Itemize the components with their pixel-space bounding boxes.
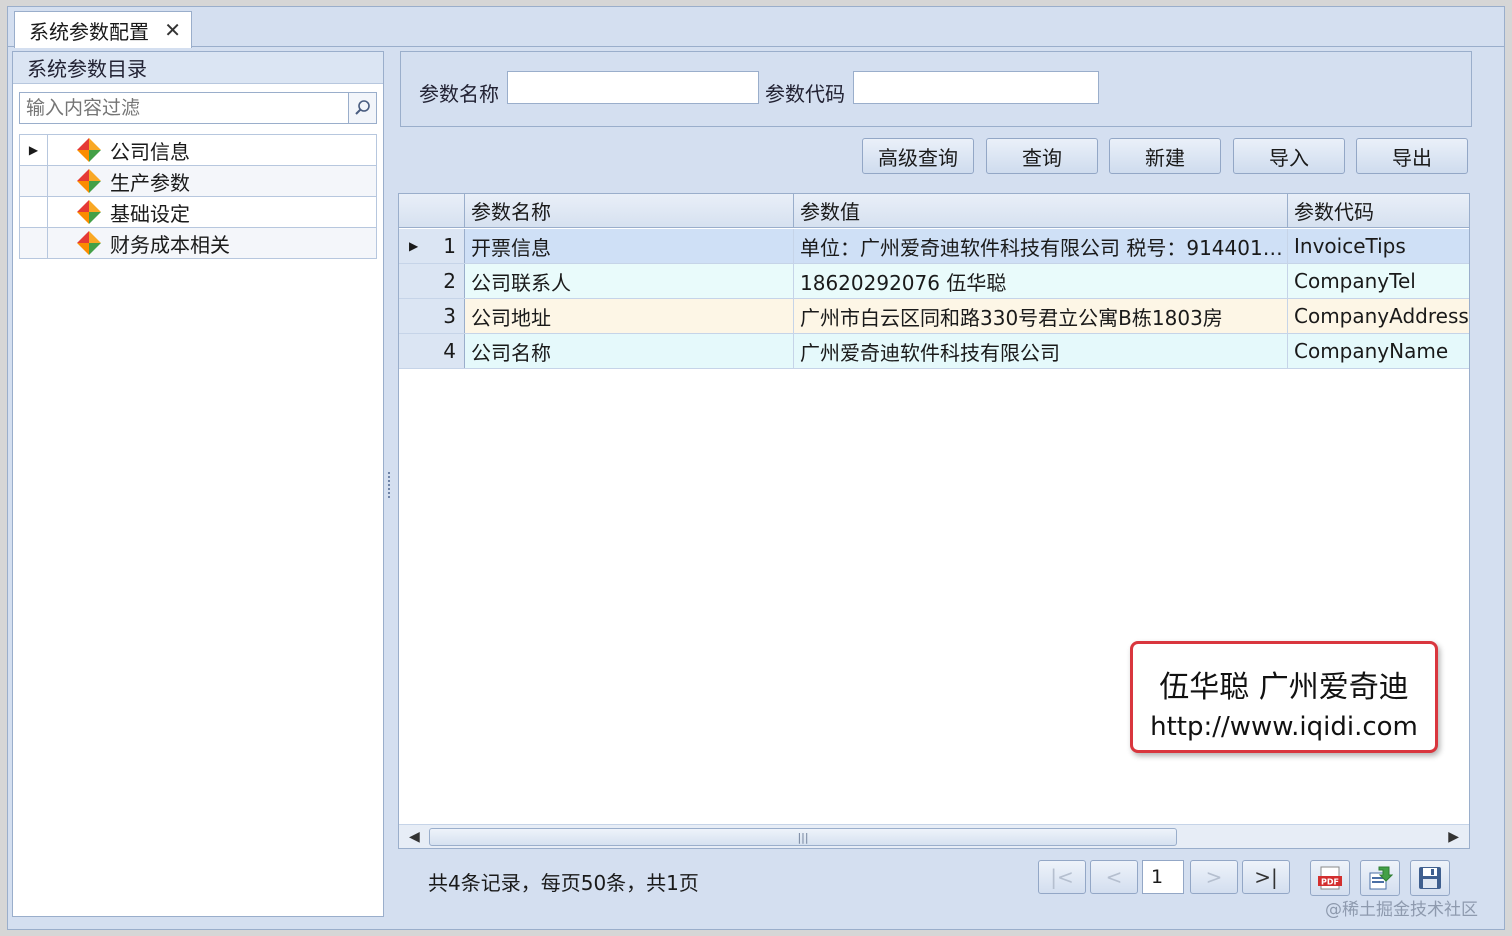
tree-item-basic-settings[interactable]: 基础设定 [20, 197, 376, 228]
scroll-left-icon[interactable]: ◀ [409, 829, 420, 845]
grid-header: 参数名称 参数值 参数代码 [399, 194, 1469, 228]
catalog-panel: 系统参数目录 ▶ 公司信息 生产参数 基础设定 [12, 51, 384, 917]
scroll-right-icon[interactable]: ▶ [1448, 829, 1459, 845]
table-row[interactable]: 2 公司联系人 18620292076 伍华聪 CompanyTel [399, 264, 1469, 299]
column-header-code[interactable]: 参数代码 [1288, 194, 1469, 227]
node-diamond-icon [77, 231, 101, 255]
tab-strip: 系统参数配置 ✕ [8, 7, 1504, 48]
column-header-value[interactable]: 参数值 [794, 194, 1288, 227]
prev-page-button[interactable]: < [1090, 860, 1138, 894]
param-name-input[interactable] [507, 71, 759, 104]
scroll-thumb[interactable]: ||| [429, 828, 1177, 846]
save-icon [1419, 867, 1441, 889]
cell-code[interactable]: CompanyName [1288, 334, 1469, 368]
site-credit: @稀土掘金技术社区 [1325, 900, 1478, 920]
import-button[interactable]: 导入 [1233, 138, 1345, 174]
next-page-button[interactable]: > [1190, 860, 1238, 894]
export-button[interactable]: 导出 [1356, 138, 1468, 174]
pdf-icon: PDF [1318, 866, 1342, 890]
panel-splitter[interactable] [388, 472, 392, 498]
cell-value[interactable]: 单位：广州爱奇迪软件科技有限公司 税号：914401… [794, 229, 1288, 263]
tree-item-label: 基础设定 [110, 201, 190, 226]
param-code-input[interactable] [853, 71, 1099, 104]
advanced-query-button[interactable]: 高级查询 [862, 138, 974, 174]
svg-text:PDF: PDF [1321, 878, 1339, 887]
export-excel-button[interactable] [1360, 860, 1400, 896]
cell-code[interactable]: InvoiceTips [1288, 229, 1469, 263]
tree-item-label: 生产参数 [110, 170, 190, 195]
row-indicator-icon: ▶ [20, 135, 48, 165]
save-layout-button[interactable] [1410, 860, 1450, 896]
cell-name[interactable]: 开票信息 [465, 229, 794, 263]
last-page-button[interactable]: >| [1242, 860, 1290, 894]
row-indicator-icon: ▶ [409, 239, 419, 253]
cell-name[interactable]: 公司联系人 [465, 264, 794, 298]
cell-code[interactable]: CompanyAddress [1288, 299, 1469, 333]
tab-system-params[interactable]: 系统参数配置 ✕ [14, 11, 192, 48]
callout-author: 伍华聪 广州爱奇迪 [1159, 670, 1409, 705]
new-button[interactable]: 新建 [1109, 138, 1221, 174]
cell-value[interactable]: 广州市白云区同和路330号君立公寓B栋1803房 [794, 299, 1288, 333]
param-code-label: 参数代码 [765, 82, 845, 106]
callout-url: http://www.iqidi.com [1150, 712, 1418, 742]
close-icon[interactable]: ✕ [164, 18, 181, 42]
filter-box [19, 92, 377, 124]
cell-value[interactable]: 18620292076 伍华聪 [794, 264, 1288, 298]
main-window: 系统参数配置 ✕ 系统参数目录 ▶ 公司信息 生产参数 [7, 6, 1505, 930]
node-diamond-icon [77, 200, 101, 224]
catalog-tree: ▶ 公司信息 生产参数 基础设定 财务成本相关 [19, 134, 377, 259]
node-diamond-icon [77, 169, 101, 193]
horizontal-scrollbar[interactable]: ◀ ||| ▶ [399, 824, 1469, 848]
cell-code[interactable]: CompanyTel [1288, 264, 1469, 298]
cell-value[interactable]: 广州爱奇迪软件科技有限公司 [794, 334, 1288, 368]
cell-name[interactable]: 公司名称 [465, 334, 794, 368]
export-icon [1369, 866, 1393, 890]
tree-item-production-params[interactable]: 生产参数 [20, 166, 376, 197]
search-icon[interactable] [348, 93, 376, 123]
table-row[interactable]: 3 公司地址 广州市白云区同和路330号君立公寓B栋1803房 CompanyA… [399, 299, 1469, 334]
page-number-input[interactable]: 1 [1142, 860, 1184, 894]
node-diamond-icon [77, 138, 101, 162]
watermark-callout: 伍华聪 广州爱奇迪 http://www.iqidi.com [1130, 641, 1438, 753]
catalog-title: 系统参数目录 [13, 52, 383, 84]
row-number: 1 [443, 234, 456, 258]
tree-item-label: 财务成本相关 [110, 232, 230, 257]
row-number: 2 [399, 264, 465, 298]
filter-input[interactable] [20, 93, 346, 123]
tree-item-label: 公司信息 [110, 139, 190, 164]
table-row[interactable]: 4 公司名称 广州爱奇迪软件科技有限公司 CompanyName [399, 334, 1469, 369]
row-number: 3 [399, 299, 465, 333]
query-button[interactable]: 查询 [986, 138, 1098, 174]
first-page-button[interactable]: |< [1038, 860, 1086, 894]
column-header-name[interactable]: 参数名称 [465, 194, 794, 227]
tree-item-company-info[interactable]: ▶ 公司信息 [20, 135, 376, 166]
row-number: 4 [399, 334, 465, 368]
pager-summary: 共4条记录，每页50条，共1页 [428, 871, 699, 895]
cell-name[interactable]: 公司地址 [465, 299, 794, 333]
tab-title: 系统参数配置 [29, 19, 149, 44]
param-name-label: 参数名称 [419, 82, 499, 106]
tree-item-finance-cost[interactable]: 财务成本相关 [20, 228, 376, 259]
export-pdf-button[interactable]: PDF [1310, 860, 1350, 896]
table-row[interactable]: ▶ 1 开票信息 单位：广州爱奇迪软件科技有限公司 税号：914401… Invo… [399, 229, 1469, 264]
search-panel: 参数名称 参数代码 [400, 51, 1472, 127]
